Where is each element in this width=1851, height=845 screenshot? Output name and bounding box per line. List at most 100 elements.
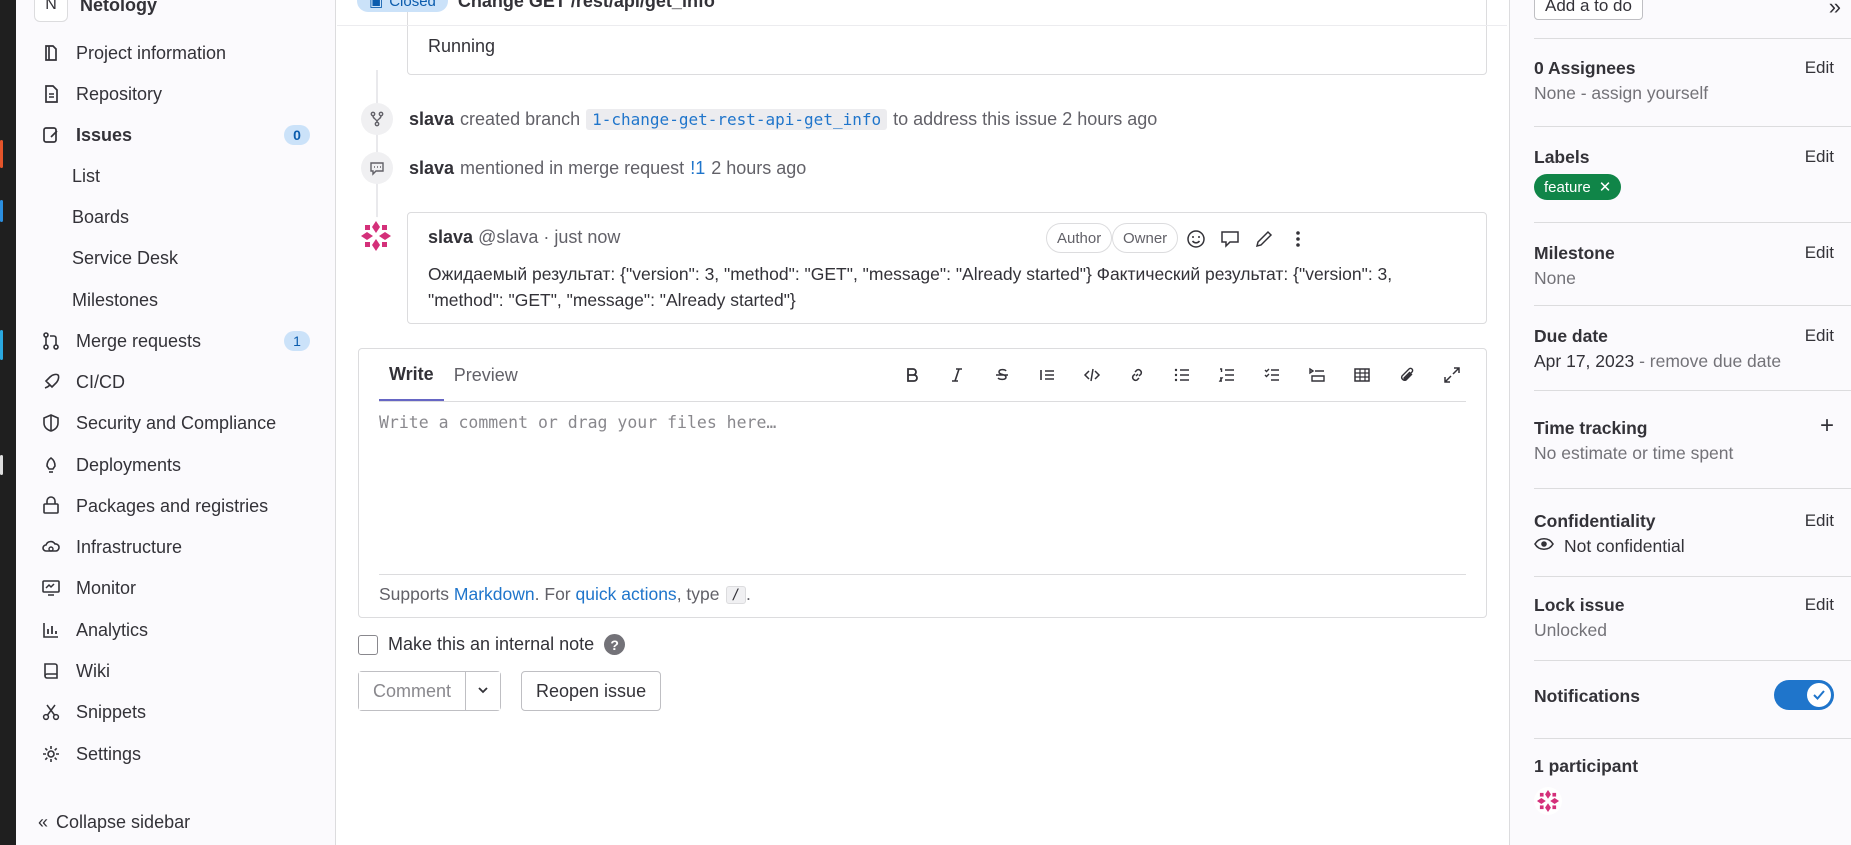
add-reaction-icon[interactable] xyxy=(1182,225,1210,253)
due-date-value: Apr 17, 2023 xyxy=(1534,351,1635,371)
lock-issue-value: Unlocked xyxy=(1534,620,1607,640)
comment-textarea[interactable] xyxy=(379,413,1466,553)
note-author[interactable]: slava xyxy=(409,109,454,130)
assignees-title: 0 Assignees xyxy=(1534,58,1636,78)
edit-due-date-button[interactable]: Edit xyxy=(1805,326,1834,346)
reply-icon[interactable] xyxy=(1216,225,1244,253)
sidebar-item-security-compliance[interactable]: Security and Compliance xyxy=(16,403,336,443)
collapse-right-sidebar-icon[interactable]: » xyxy=(1829,0,1841,20)
task-list-icon[interactable] xyxy=(1256,361,1288,389)
note-author[interactable]: slava xyxy=(409,158,454,179)
sidebar-item-snippets[interactable]: Snippets xyxy=(16,692,336,732)
code-icon[interactable] xyxy=(1076,361,1108,389)
reopen-issue-button[interactable]: Reopen issue xyxy=(521,671,662,711)
sidebar-item-milestones[interactable]: Milestones xyxy=(16,280,336,320)
sidebar-item-project-information[interactable]: Project information xyxy=(16,33,336,73)
markdown-link[interactable]: Markdown xyxy=(454,584,535,605)
footer-end-text: . xyxy=(745,584,751,604)
sidebar-item-label: Boards xyxy=(72,206,130,227)
comment-split-button: Comment xyxy=(358,671,502,711)
notifications-section: Notifications xyxy=(1534,680,1834,710)
internal-note-checkbox[interactable] xyxy=(358,634,378,655)
comment-button[interactable]: Comment xyxy=(359,672,466,710)
sidebar-item-settings[interactable]: Settings xyxy=(16,734,336,774)
project-header[interactable]: N Netology xyxy=(34,0,157,22)
editor-divider xyxy=(379,401,1466,402)
numbered-list-icon[interactable] xyxy=(1211,361,1243,389)
assignees-section: 0 Assignees Edit None - assign yourself xyxy=(1534,58,1834,104)
edit-confidentiality-button[interactable]: Edit xyxy=(1805,511,1834,531)
merge-request-link[interactable]: !1 xyxy=(690,158,705,179)
participant-avatar[interactable] xyxy=(1534,787,1562,815)
table-icon[interactable] xyxy=(1346,361,1378,389)
tab-write[interactable]: Write xyxy=(379,349,444,401)
system-note-mention: slava mentioned in merge request !1 2 ho… xyxy=(361,152,806,184)
italic-icon[interactable] xyxy=(941,361,973,389)
tab-preview[interactable]: Preview xyxy=(444,349,528,401)
branch-icon xyxy=(361,103,393,135)
section-divider xyxy=(1534,390,1851,391)
comment-author[interactable]: slava xyxy=(428,227,473,247)
confidentiality-section: Confidentiality Edit Not confidential xyxy=(1534,511,1834,557)
sidebar-item-list[interactable]: List xyxy=(16,156,336,196)
quote-icon[interactable] xyxy=(1031,361,1063,389)
strikethrough-icon[interactable] xyxy=(986,361,1018,389)
sidebar-item-wiki[interactable]: Wiki xyxy=(16,651,336,691)
sidebar-item-deployments[interactable]: Deployments xyxy=(16,445,336,485)
sidebar-item-infrastructure[interactable]: Infrastructure xyxy=(16,527,336,567)
footer-supports-text: Supports xyxy=(379,584,450,604)
sidebar-item-analytics[interactable]: Analytics xyxy=(16,610,336,650)
notifications-toggle[interactable] xyxy=(1774,680,1834,710)
collapsible-section-icon[interactable] xyxy=(1301,361,1333,389)
add-time-plus-icon[interactable]: + xyxy=(1820,412,1834,440)
sidebar-item-merge-requests[interactable]: Merge requests 1 xyxy=(16,321,336,361)
editor-footer-divider xyxy=(379,574,1466,575)
collapse-sidebar-label: Collapse sidebar xyxy=(56,812,191,832)
help-icon[interactable]: ? xyxy=(604,634,626,655)
branch-name-link[interactable]: 1-change-get-rest-api-get_info xyxy=(586,108,888,130)
assignees-value[interactable]: None - assign yourself xyxy=(1534,83,1834,104)
sidebar-item-label: Merge requests xyxy=(76,330,202,351)
sidebar-item-issues[interactable]: Issues 0 xyxy=(16,115,336,155)
sidebar-item-repository[interactable]: Repository xyxy=(16,74,336,114)
comment-dropdown-toggle[interactable] xyxy=(465,672,501,710)
quick-actions-link[interactable]: quick actions xyxy=(576,584,677,605)
issues-icon xyxy=(40,124,62,146)
bold-icon[interactable] xyxy=(896,361,928,389)
sidebar-item-packages-registries[interactable]: Packages and registries xyxy=(16,486,336,526)
sidebar-item-ci-cd[interactable]: CI/CD xyxy=(16,362,336,402)
project-name: Netology xyxy=(80,0,158,15)
edit-assignees-button[interactable]: Edit xyxy=(1805,58,1834,78)
link-icon[interactable] xyxy=(1121,361,1153,389)
sidebar-item-monitor[interactable]: Monitor xyxy=(16,568,336,608)
internal-note-label[interactable]: Make this an internal note xyxy=(388,634,594,655)
collapse-sidebar-button[interactable]: « Collapse sidebar xyxy=(38,812,190,833)
edit-lock-button[interactable]: Edit xyxy=(1805,595,1834,615)
attach-file-icon[interactable] xyxy=(1391,361,1423,389)
footer-type-text: , type xyxy=(676,584,720,604)
deployments-icon xyxy=(40,454,62,476)
sidebar-item-label: Repository xyxy=(76,83,163,104)
comment-header: slava @slava · just now xyxy=(428,227,620,248)
due-date-row: Apr 17, 2023 - remove due date xyxy=(1534,351,1834,372)
edit-labels-button[interactable]: Edit xyxy=(1805,147,1834,167)
sidebar-item-boards[interactable]: Boards xyxy=(16,197,336,237)
more-actions-icon[interactable] xyxy=(1284,225,1312,253)
fullscreen-icon[interactable] xyxy=(1436,361,1468,389)
remove-label-icon[interactable]: ✕ xyxy=(1599,178,1612,196)
milestone-section: Milestone Edit None xyxy=(1534,243,1834,289)
labels-title: Labels xyxy=(1534,147,1590,167)
remove-due-date-link[interactable]: - remove due date xyxy=(1639,351,1781,371)
sidebar-item-label: Security and Compliance xyxy=(76,412,277,433)
editor-footer: Supports Markdown. For quick actions, ty… xyxy=(379,584,751,605)
section-divider xyxy=(1534,488,1851,489)
add-todo-button[interactable]: Add a to do xyxy=(1534,0,1643,20)
issue-title: Change GET /rest/api/get_info xyxy=(457,0,715,11)
edit-milestone-button[interactable]: Edit xyxy=(1805,243,1834,263)
edit-pencil-icon[interactable] xyxy=(1250,225,1278,253)
user-avatar[interactable] xyxy=(357,217,395,255)
bullet-list-icon[interactable] xyxy=(1166,361,1198,389)
sidebar-item-service-desk[interactable]: Service Desk xyxy=(16,238,336,278)
sidebar-item-label: Issues xyxy=(76,124,133,145)
project-avatar: N xyxy=(34,0,68,22)
